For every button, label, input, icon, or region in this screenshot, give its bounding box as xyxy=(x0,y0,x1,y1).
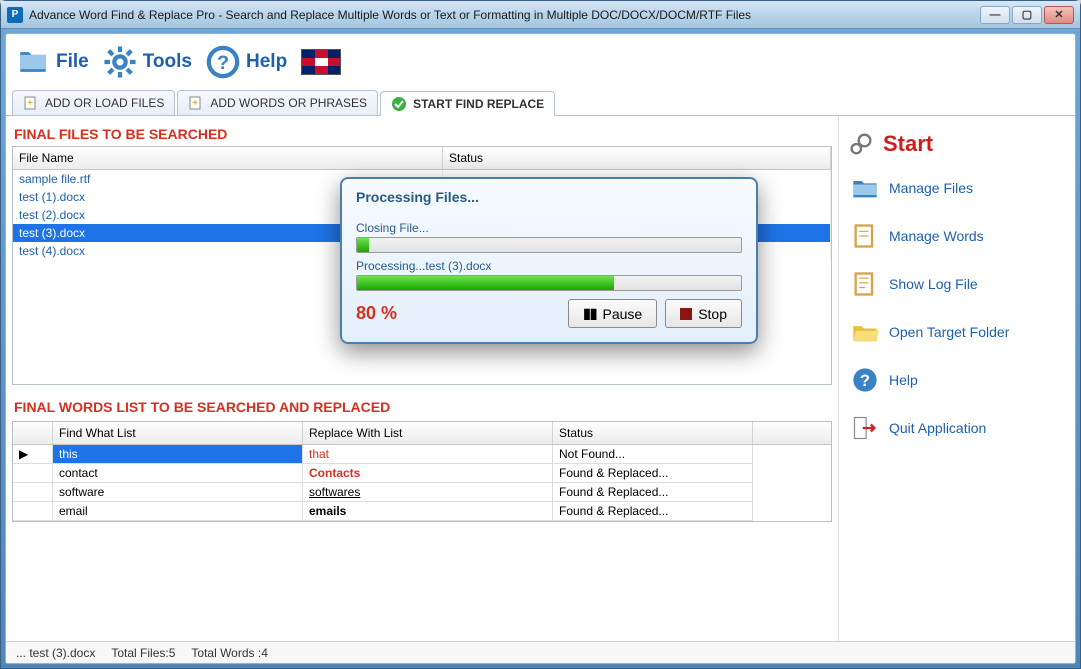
help-icon: ? xyxy=(206,45,240,79)
words-icon xyxy=(851,222,879,250)
sidebar-quit[interactable]: Quit Application xyxy=(847,404,1067,452)
exit-icon xyxy=(851,414,879,442)
tab-bar: + ADD OR LOAD FILES + ADD WORDS OR PHRAS… xyxy=(6,90,1075,115)
progress-bar-processing xyxy=(356,275,742,291)
file-icon xyxy=(16,45,50,79)
pause-icon: ▮▮ xyxy=(583,305,596,322)
words-col-status[interactable]: Status xyxy=(553,422,753,444)
menu-file[interactable]: File xyxy=(16,45,89,79)
minimize-button[interactable]: — xyxy=(980,6,1010,24)
help-circle-icon: ? xyxy=(851,366,879,394)
folder-open-icon xyxy=(851,318,879,346)
replace-cell: emails xyxy=(303,502,553,521)
window-title: Advance Word Find & Replace Pro - Search… xyxy=(29,8,980,22)
sidebar-help[interactable]: ? Help xyxy=(847,356,1067,404)
svg-text:+: + xyxy=(27,98,33,109)
add-word-icon: + xyxy=(188,95,204,111)
words-section-title: FINAL WORDS LIST TO BE SEARCHED AND REPL… xyxy=(12,395,832,419)
word-row[interactable]: contactContactsFound & Replaced... xyxy=(13,464,831,483)
words-col-find[interactable]: Find What List xyxy=(53,422,303,444)
files-section-title: FINAL FILES TO BE SEARCHED xyxy=(12,122,832,146)
sidebar-manage-files[interactable]: Manage Files xyxy=(847,164,1067,212)
dialog-sub1: Closing File... xyxy=(356,221,742,235)
status-cell: Found & Replaced... xyxy=(553,483,753,502)
status-current-file: ... test (3).docx xyxy=(16,646,95,660)
svg-text:+: + xyxy=(192,98,198,109)
status-cell: Found & Replaced... xyxy=(553,502,753,521)
processing-dialog: Processing Files... Closing File... Proc… xyxy=(340,177,758,344)
sidebar-open-target[interactable]: Open Target Folder xyxy=(847,308,1067,356)
files-col-filename[interactable]: File Name xyxy=(13,147,443,169)
progress-bar-closing xyxy=(356,237,742,253)
sidebar-manage-words[interactable]: Manage Words xyxy=(847,212,1067,260)
files-col-status[interactable]: Status xyxy=(443,147,831,169)
pause-button[interactable]: ▮▮ Pause xyxy=(568,299,657,328)
main-toolbar: File Tools ? Help xyxy=(6,34,1075,90)
row-marker xyxy=(13,464,53,483)
dialog-percent: 80 % xyxy=(356,303,397,324)
words-col-replace[interactable]: Replace With List xyxy=(303,422,553,444)
find-cell: this xyxy=(53,445,303,464)
menu-tools[interactable]: Tools xyxy=(103,45,192,79)
stop-icon xyxy=(680,308,692,320)
status-cell: Found & Replaced... xyxy=(553,464,753,483)
words-col-marker xyxy=(13,422,53,444)
svg-text:?: ? xyxy=(217,52,229,74)
status-bar: ... test (3).docx Total Files:5 Total Wo… xyxy=(6,641,1075,663)
start-gear-icon xyxy=(847,130,875,158)
find-cell: software xyxy=(53,483,303,502)
replace-cell: Contacts xyxy=(303,464,553,483)
app-icon: P xyxy=(7,7,23,23)
check-icon xyxy=(391,96,407,112)
row-marker xyxy=(13,483,53,502)
titlebar: P Advance Word Find & Replace Pro - Sear… xyxy=(1,1,1080,29)
status-cell: Not Found... xyxy=(553,445,753,464)
stop-button[interactable]: Stop xyxy=(665,299,742,328)
word-row[interactable]: softwaresoftwaresFound & Replaced... xyxy=(13,483,831,502)
replace-cell: softwares xyxy=(303,483,553,502)
dialog-title: Processing Files... xyxy=(342,179,756,211)
maximize-button[interactable]: ▢ xyxy=(1012,6,1042,24)
tab-add-files[interactable]: + ADD OR LOAD FILES xyxy=(12,90,175,115)
sidebar: Start Manage Files Manage Words Show Log… xyxy=(839,116,1075,641)
close-button[interactable]: ✕ xyxy=(1044,6,1074,24)
log-icon xyxy=(851,270,879,298)
words-grid: Find What List Replace With List Status … xyxy=(12,421,832,522)
language-flag-uk[interactable] xyxy=(301,49,341,75)
word-row[interactable]: emailemailsFound & Replaced... xyxy=(13,502,831,521)
add-file-icon: + xyxy=(23,95,39,111)
gear-icon xyxy=(103,45,137,79)
replace-cell: that xyxy=(303,445,553,464)
find-cell: contact xyxy=(53,464,303,483)
menu-help[interactable]: ? Help xyxy=(206,45,287,79)
find-cell: email xyxy=(53,502,303,521)
tab-start-find-replace[interactable]: START FIND REPLACE xyxy=(380,91,555,116)
status-total-words: Total Words :4 xyxy=(191,646,267,660)
folder-icon xyxy=(851,174,879,202)
word-row[interactable]: ▶thisthatNot Found... xyxy=(13,445,831,464)
svg-text:?: ? xyxy=(860,372,870,390)
row-marker: ▶ xyxy=(13,445,53,464)
tab-add-words[interactable]: + ADD WORDS OR PHRASES xyxy=(177,90,378,115)
sidebar-start-header: Start xyxy=(847,124,1067,164)
row-marker xyxy=(13,502,53,521)
status-total-files: Total Files:5 xyxy=(111,646,175,660)
dialog-sub2: Processing...test (3).docx xyxy=(356,259,742,273)
sidebar-show-log[interactable]: Show Log File xyxy=(847,260,1067,308)
